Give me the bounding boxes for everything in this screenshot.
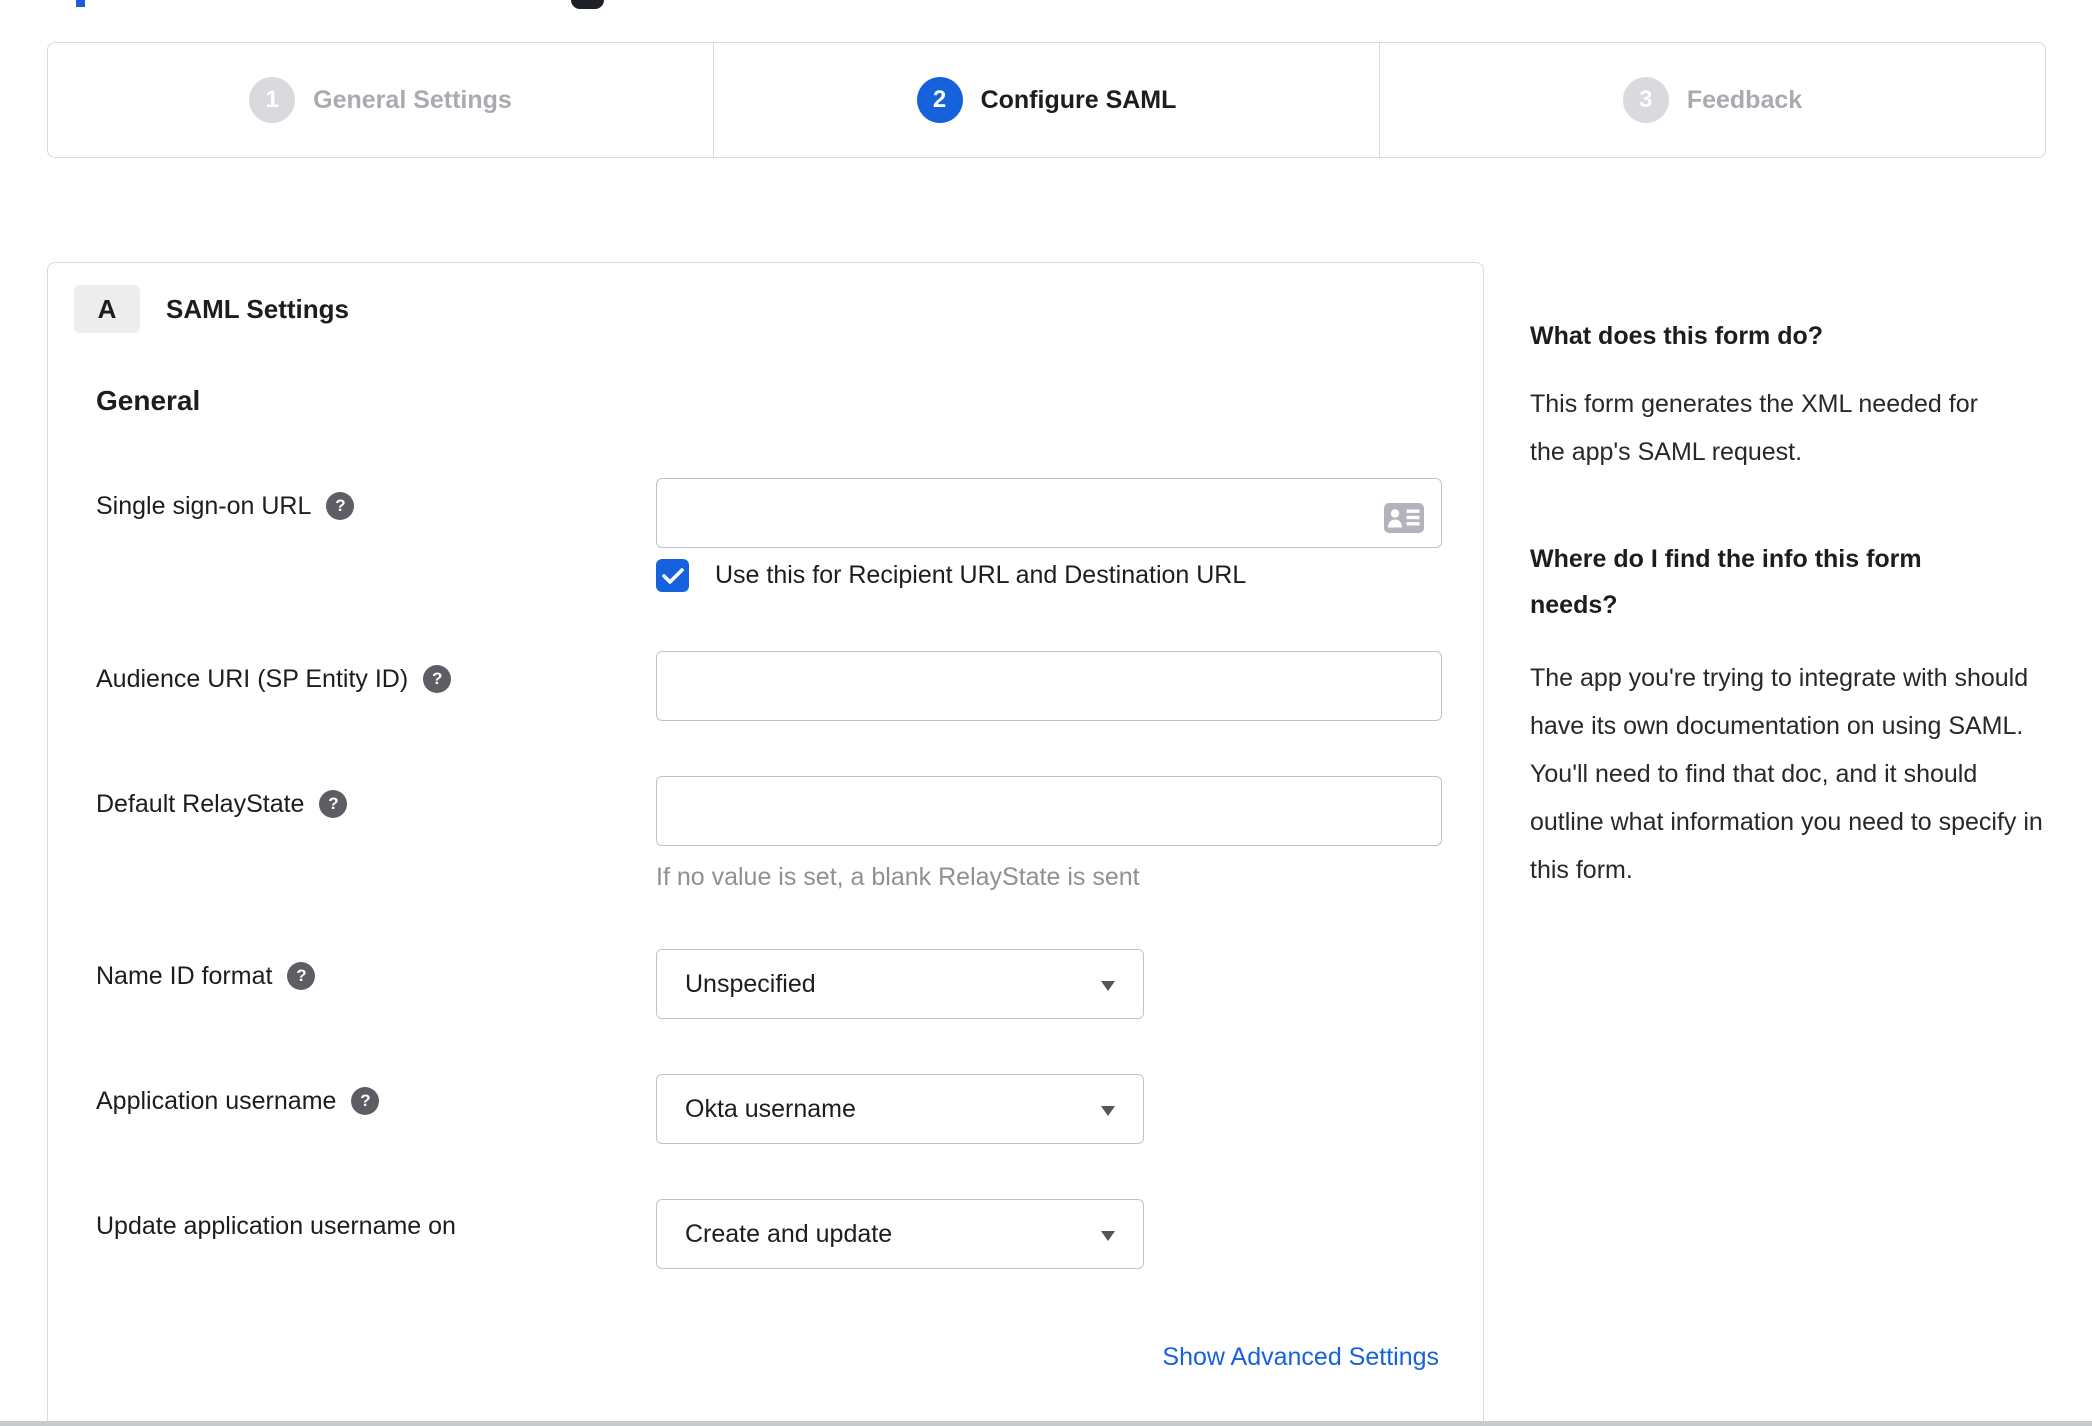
update-username-label-row: Update application username on (96, 1209, 456, 1243)
help-icon[interactable]: ? (423, 665, 452, 693)
chevron-down-icon (1101, 1231, 1115, 1241)
panel-title: SAML Settings (166, 294, 349, 324)
chevron-down-icon (1101, 981, 1115, 991)
sso-url-label: Single sign-on URL (96, 491, 312, 520)
relaystate-hint: If no value is set, a blank RelayState i… (656, 863, 1140, 891)
bottom-divider (0, 1421, 2092, 1426)
cutoff-blue-mark (76, 0, 85, 7)
chevron-down-icon (1101, 1106, 1115, 1116)
name-id-format-label-row: Name ID format ? (96, 959, 316, 993)
relaystate-label: Default RelayState (96, 789, 305, 818)
app-username-label: Application username (96, 1086, 337, 1115)
help-answer-2: The app you're trying to integrate with … (1530, 664, 2043, 884)
step-configure-saml[interactable]: 2 Configure SAML (713, 43, 1379, 157)
sso-checkbox-row: Use this for Recipient URL and Destinati… (656, 559, 1246, 592)
audience-uri-label: Audience URI (SP Entity ID) (96, 664, 409, 693)
name-id-format-select[interactable]: Unspecified (656, 949, 1144, 1019)
help-question-2: Where do I find the info this form needs… (1530, 545, 1922, 619)
update-username-select[interactable]: Create and update (656, 1199, 1144, 1269)
sso-url-input[interactable] (656, 478, 1442, 548)
show-advanced-settings-link[interactable]: Show Advanced Settings (1162, 1343, 1439, 1372)
help-question-1: What does this form do? (1530, 322, 1824, 350)
help-icon[interactable]: ? (287, 962, 316, 990)
step-label: Configure SAML (980, 85, 1177, 114)
page: 1 General Settings 2 Configure SAML 3 Fe… (0, 0, 2092, 1426)
app-username-value: Okta username (685, 1094, 856, 1123)
cutoff-dark-shape (571, 0, 604, 9)
help-icon[interactable]: ? (351, 1087, 380, 1115)
help-column: What does this form do? This form genera… (1530, 318, 2065, 894)
step-label: General Settings (313, 85, 512, 114)
checkmark-icon (661, 567, 684, 584)
help-icon[interactable]: ? (326, 492, 355, 520)
step-feedback[interactable]: 3 Feedback (1379, 43, 2045, 157)
audience-uri-label-row: Audience URI (SP Entity ID) ? (96, 662, 452, 696)
name-id-format-value: Unspecified (685, 969, 816, 998)
app-username-label-row: Application username ? (96, 1084, 380, 1118)
update-username-value: Create and update (685, 1219, 893, 1248)
use-for-recipient-checkbox[interactable] (656, 559, 689, 592)
help-icon[interactable]: ? (319, 790, 348, 818)
step-number-badge: 2 (916, 77, 963, 123)
audience-uri-input[interactable] (656, 651, 1442, 721)
step-label: Feedback (1686, 85, 1803, 114)
app-username-select[interactable]: Okta username (656, 1074, 1144, 1144)
use-for-recipient-label: Use this for Recipient URL and Destinati… (715, 561, 1247, 589)
step-number-badge: 1 (249, 77, 296, 123)
relaystate-label-row: Default RelayState ? (96, 787, 348, 821)
update-username-label: Update application username on (96, 1211, 456, 1240)
sso-url-label-row: Single sign-on URL ? (96, 489, 355, 523)
saml-settings-panel: A SAML Settings General Single sign-on U… (47, 262, 1484, 1426)
wizard-stepper: 1 General Settings 2 Configure SAML 3 Fe… (47, 42, 2046, 158)
step-general-settings[interactable]: 1 General Settings (48, 43, 713, 157)
section-a-badge: A (74, 285, 140, 333)
help-answer-1: This form generates the XML needed for t… (1530, 390, 1978, 466)
relaystate-input[interactable] (656, 776, 1442, 846)
step-number-badge: 3 (1622, 77, 1669, 123)
name-id-format-label: Name ID format (96, 961, 273, 990)
general-heading: General (96, 385, 201, 416)
